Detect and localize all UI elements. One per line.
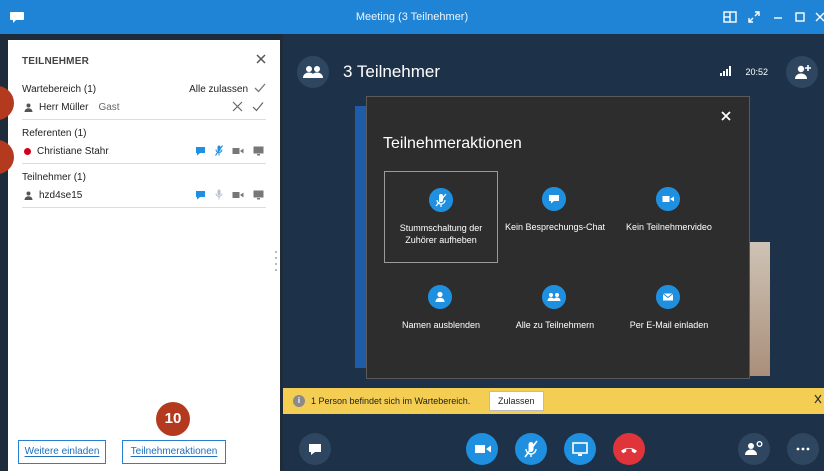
admit-all-check-icon[interactable] [254, 82, 266, 94]
video-tile-right [748, 242, 770, 376]
participants-pane: TEILNEHMER Wartebereich (1) Alle zulasse… [8, 40, 280, 471]
mute-button[interactable] [515, 433, 547, 465]
chat-icon [196, 146, 205, 155]
screen-share-icon [253, 146, 264, 155]
layout-icon[interactable] [722, 9, 738, 25]
lobby-notification-text: 1 Person befindet sich im Wartebereich. [311, 396, 471, 406]
invite-more-button[interactable]: Weitere einladen [18, 440, 106, 464]
presence-busy-icon [24, 148, 31, 155]
stage-title: 3 Teilnehmer [343, 62, 441, 81]
fullscreen-icon[interactable] [746, 9, 762, 25]
present-button[interactable] [564, 433, 596, 465]
tile-label: Kein Besprechungs-Chat [504, 222, 606, 232]
video-icon [475, 445, 491, 453]
video-icon [656, 187, 680, 211]
lobby-person-name: Herr Müller [39, 102, 89, 113]
window-title: Meeting (3 Teilnehmer) [355, 11, 469, 23]
person-icon [24, 103, 33, 112]
person-icon [24, 191, 33, 200]
presenter-row[interactable]: Christiane Stahr [22, 142, 266, 164]
screen-share-icon [572, 442, 588, 456]
more-icon [796, 447, 810, 451]
add-people-button[interactable] [786, 56, 818, 88]
admit-all-link[interactable]: Alle zulassen [189, 84, 248, 95]
signal-strength-icon [720, 66, 731, 76]
info-icon: i [293, 395, 305, 407]
mic-muted-icon[interactable] [215, 145, 223, 156]
admit-button[interactable]: Zulassen [489, 391, 544, 411]
gear-person-icon [745, 440, 763, 455]
tile-label: Kein Teilnehmervideo [626, 222, 712, 232]
group-icon [303, 66, 323, 78]
group-icon [542, 285, 566, 309]
tile-label: Alle zu Teilnehmern [515, 320, 595, 330]
guest-tag: Gast [98, 102, 120, 113]
attendees-section-header: Teilnehmer (1) [22, 172, 266, 183]
presenters-section-header: Referenten (1) [22, 128, 266, 139]
dismiss-banner-icon[interactable] [814, 394, 822, 404]
invite-by-email-tile[interactable]: Per E-Mail einladen [612, 269, 726, 361]
unmute-audience-tile[interactable]: Stummschaltung der Zuhörer aufheben [384, 171, 498, 263]
meeting-controls-bar [283, 414, 824, 471]
hang-up-button[interactable] [613, 433, 645, 465]
video-icon [232, 191, 244, 198]
video-icon [232, 147, 244, 154]
presenters-label: Referenten (1) [22, 128, 87, 139]
minimize-icon[interactable] [770, 9, 786, 25]
person-icon [428, 285, 452, 309]
hide-names-tile[interactable]: Namen ausblenden [384, 269, 498, 361]
window-titlebar: Meeting (3 Teilnehmer) [0, 0, 824, 34]
attendee-row[interactable]: hzd4se15 [22, 186, 266, 208]
presenter-name: Christiane Stahr [37, 146, 109, 157]
participant-actions-dialog: Teilnehmeraktionen Stummschaltung der Zu… [366, 96, 750, 379]
add-person-icon [795, 65, 811, 79]
tile-label: Namen ausblenden [401, 320, 481, 330]
hang-up-icon [621, 448, 637, 454]
pane-heading: TEILNEHMER [22, 56, 89, 67]
no-participant-video-tile[interactable]: Kein Teilnehmervideo [612, 171, 726, 263]
lobby-section-header: Wartebereich (1) Alle zulassen [22, 82, 266, 95]
mic-off-icon [429, 188, 453, 212]
attendees-label: Teilnehmer (1) [22, 172, 86, 183]
lobby-notification-banner: i 1 Person befindet sich im Wartebereich… [283, 388, 824, 414]
deny-icon[interactable] [232, 101, 243, 112]
tile-label: Stummschaltung der Zuhörer aufheben [399, 223, 483, 245]
mic-icon[interactable] [215, 189, 223, 200]
make-all-attendees-tile[interactable]: Alle zu Teilnehmern [498, 269, 612, 361]
meeting-time: 20:52 [745, 67, 768, 77]
more-options-button[interactable] [787, 433, 819, 465]
chat-icon [309, 444, 321, 455]
lobby-label: Wartebereich (1) [22, 84, 97, 95]
chat-icon [196, 190, 205, 199]
close-window-icon[interactable] [812, 9, 824, 25]
participant-actions-button[interactable]: Teilnehmeraktionen [122, 440, 226, 464]
close-pane-icon[interactable] [256, 54, 266, 64]
maximize-icon[interactable] [792, 9, 808, 25]
admit-check-icon[interactable] [252, 101, 264, 112]
chat-icon [542, 187, 566, 211]
chat-button[interactable] [299, 433, 331, 465]
dialog-title: Teilnehmeraktionen [383, 135, 522, 152]
pane-splitter-handle[interactable] [274, 248, 278, 272]
people-button[interactable] [297, 56, 329, 88]
call-controls-button[interactable] [738, 433, 770, 465]
attendee-name: hzd4se15 [39, 190, 83, 201]
mic-muted-icon [524, 440, 538, 458]
tile-label: Per E-Mail einladen [629, 320, 709, 330]
close-dialog-icon[interactable] [721, 111, 731, 121]
no-meeting-chat-tile[interactable]: Kein Besprechungs-Chat [498, 171, 612, 263]
screen-share-icon [253, 190, 264, 199]
callout-badge-10: 10 [156, 402, 190, 436]
lobby-person-row[interactable]: Herr Müller Gast [22, 98, 266, 120]
email-icon [656, 285, 680, 309]
video-button[interactable] [466, 433, 498, 465]
